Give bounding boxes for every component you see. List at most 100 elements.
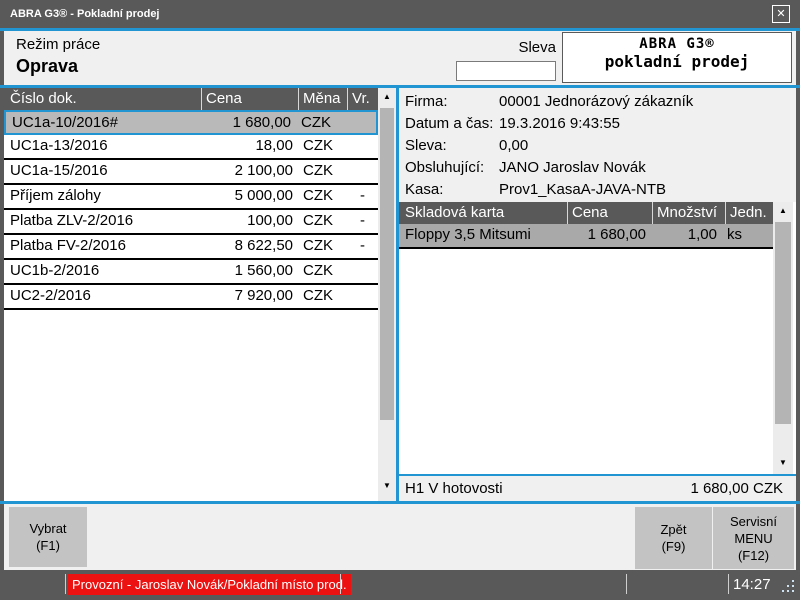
doc-currency-cell: CZK <box>298 160 347 183</box>
info-value: Prov1_KasaA-JAVA-NTB <box>499 179 796 201</box>
payment-total-row: H1 V hotovosti 1 680,00 CZK <box>399 474 796 501</box>
action-button-panel: Vybrat (F1) Zpět (F9) Servisní MENU (F12… <box>4 504 796 570</box>
doc-number-cell: UC1a-13/2016 <box>4 135 201 158</box>
select-button-shortcut: (F1) <box>9 537 87 554</box>
service-menu-label1: Servisní <box>713 513 794 530</box>
info-value: JANO Jaroslav Novák <box>499 157 796 179</box>
resize-grip-icon[interactable] <box>781 579 795 593</box>
clock-display: 14:27 <box>733 574 771 595</box>
document-row[interactable]: UC2-2/2016 7 920,00 CZK <box>4 285 378 310</box>
doc-price-cell: 5 000,00 <box>201 185 298 208</box>
back-button[interactable]: Zpět (F9) <box>635 507 712 569</box>
info-row: Firma: 00001 Jednorázový zákazník <box>399 91 796 113</box>
brand-logo-line2: pokladní prodej <box>563 52 791 71</box>
document-row[interactable]: UC1b-2/2016 1 560,00 CZK <box>4 260 378 285</box>
documents-table: Číslo dok. Cena Měna Vr. UC1a-10/2016# 1… <box>4 88 396 501</box>
column-header-cena: Cena <box>201 88 298 110</box>
doc-currency-cell: CZK <box>298 135 347 158</box>
info-value: 0,00 <box>499 135 796 157</box>
header-panel: Režim práce Oprava Sleva ABRA G3® poklad… <box>4 31 796 85</box>
scroll-down-icon[interactable]: ▼ <box>773 456 793 470</box>
doc-number-cell: UC1b-2/2016 <box>4 260 201 283</box>
info-label: Obsluhující: <box>399 157 499 179</box>
info-row: Obsluhující: JANO Jaroslav Novák <box>399 157 796 179</box>
doc-return-cell <box>347 160 378 183</box>
app-window: ABRA G3® - Pokladní prodej ✕ Režim práce… <box>0 0 800 600</box>
scroll-down-icon[interactable]: ▼ <box>378 479 396 493</box>
doc-return-cell: - <box>347 185 378 208</box>
info-value: 00001 Jednorázový zákazník <box>499 91 796 113</box>
info-label: Kasa: <box>399 179 499 201</box>
scrollbar-thumb[interactable] <box>380 108 394 420</box>
item-price-cell: 1 680,00 <box>567 224 652 247</box>
item-row[interactable]: Floppy 3,5 Mitsumi 1 680,00 1,00 ks <box>399 224 773 249</box>
sale-info-block: Firma: 00001 Jednorázový zákazník Datum … <box>399 88 796 202</box>
close-icon[interactable]: ✕ <box>772 5 790 23</box>
doc-price-cell: 2 100,00 <box>201 160 298 183</box>
doc-number-cell: Příjem zálohy <box>4 185 201 208</box>
status-separator <box>340 574 341 594</box>
scrollbar-thumb[interactable] <box>775 222 791 424</box>
status-bar: Provozní - Jaroslav Novák/Pokladní místo… <box>0 570 800 600</box>
column-header-mnozstvi: Množství <box>652 202 725 224</box>
items-table-body: Floppy 3,5 Mitsumi 1 680,00 1,00 ks <box>399 224 773 249</box>
back-button-shortcut: (F9) <box>635 538 712 555</box>
document-row[interactable]: UC1a-10/2016# 1 680,00 CZK <box>4 110 378 135</box>
doc-return-cell: - <box>347 210 378 233</box>
doc-number-cell: Platba ZLV-2/2016 <box>4 210 201 233</box>
service-menu-label2: MENU <box>713 530 794 547</box>
doc-return-cell <box>347 260 378 283</box>
documents-scrollbar[interactable]: ▲ ▼ <box>378 88 396 501</box>
doc-number-cell: UC2-2/2016 <box>4 285 201 308</box>
doc-currency-cell: CZK <box>298 210 347 233</box>
sale-detail-panel: Firma: 00001 Jednorázový zákazník Datum … <box>399 88 796 501</box>
info-value: 19.3.2016 9:43:55 <box>499 113 796 135</box>
document-row[interactable]: UC1a-15/2016 2 100,00 CZK <box>4 160 378 185</box>
discount-label: Sleva <box>460 39 556 56</box>
back-button-label: Zpět <box>635 521 712 538</box>
doc-price-cell: 7 920,00 <box>201 285 298 308</box>
select-button-label: Vybrat <box>9 520 87 537</box>
column-header-doc: Číslo dok. <box>4 88 201 110</box>
payment-method-label: H1 V hotovosti <box>405 476 503 501</box>
info-row: Kasa: Prov1_KasaA-JAVA-NTB <box>399 179 796 201</box>
document-row[interactable]: UC1a-13/2016 18,00 CZK <box>4 135 378 160</box>
doc-price-cell: 100,00 <box>201 210 298 233</box>
info-label: Sleva: <box>399 135 499 157</box>
service-menu-shortcut: (F12) <box>713 547 794 564</box>
doc-currency-cell: CZK <box>298 260 347 283</box>
service-menu-button[interactable]: Servisní MENU (F12) <box>713 507 794 569</box>
info-label: Datum a čas: <box>399 113 499 135</box>
doc-currency-cell: CZK <box>298 235 347 258</box>
scroll-up-icon[interactable]: ▲ <box>378 90 396 104</box>
doc-return-cell <box>345 112 376 133</box>
doc-return-cell <box>347 285 378 308</box>
column-header-skladova-karta: Skladová karta <box>399 202 567 224</box>
discount-input[interactable] <box>456 61 556 81</box>
items-scrollbar[interactable]: ▲ ▼ <box>773 202 793 474</box>
doc-price-cell: 1 680,00 <box>199 112 296 133</box>
work-mode-label: Režim práce <box>16 36 100 53</box>
doc-price-cell: 18,00 <box>201 135 298 158</box>
operator-status-badge: Provozní - Jaroslav Novák/Pokladní místo… <box>68 574 351 595</box>
document-row[interactable]: Příjem zálohy 5 000,00 CZK - <box>4 185 378 210</box>
document-row[interactable]: Platba FV-2/2016 8 622,50 CZK - <box>4 235 378 260</box>
status-separator <box>626 574 627 594</box>
doc-currency-cell: CZK <box>298 285 347 308</box>
info-row: Sleva: 0,00 <box>399 135 796 157</box>
title-bar[interactable]: ABRA G3® - Pokladní prodej ✕ <box>0 0 800 28</box>
document-row[interactable]: Platba ZLV-2/2016 100,00 CZK - <box>4 210 378 235</box>
doc-number-cell: UC1a-15/2016 <box>4 160 201 183</box>
scroll-up-icon[interactable]: ▲ <box>773 204 793 218</box>
doc-return-cell <box>347 135 378 158</box>
select-button[interactable]: Vybrat (F1) <box>9 507 87 567</box>
column-header-mena: Měna <box>298 88 347 110</box>
doc-price-cell: 8 622,50 <box>201 235 298 258</box>
info-label: Firma: <box>399 91 499 113</box>
info-row: Datum a čas: 19.3.2016 9:43:55 <box>399 113 796 135</box>
column-header-item-cena: Cena <box>567 202 652 224</box>
items-table-header: Skladová karta Cena Množství Jedn. <box>399 202 773 224</box>
item-unit-cell: ks <box>725 224 773 247</box>
status-separator <box>65 574 66 594</box>
brand-logo: ABRA G3® pokladní prodej <box>562 32 792 83</box>
